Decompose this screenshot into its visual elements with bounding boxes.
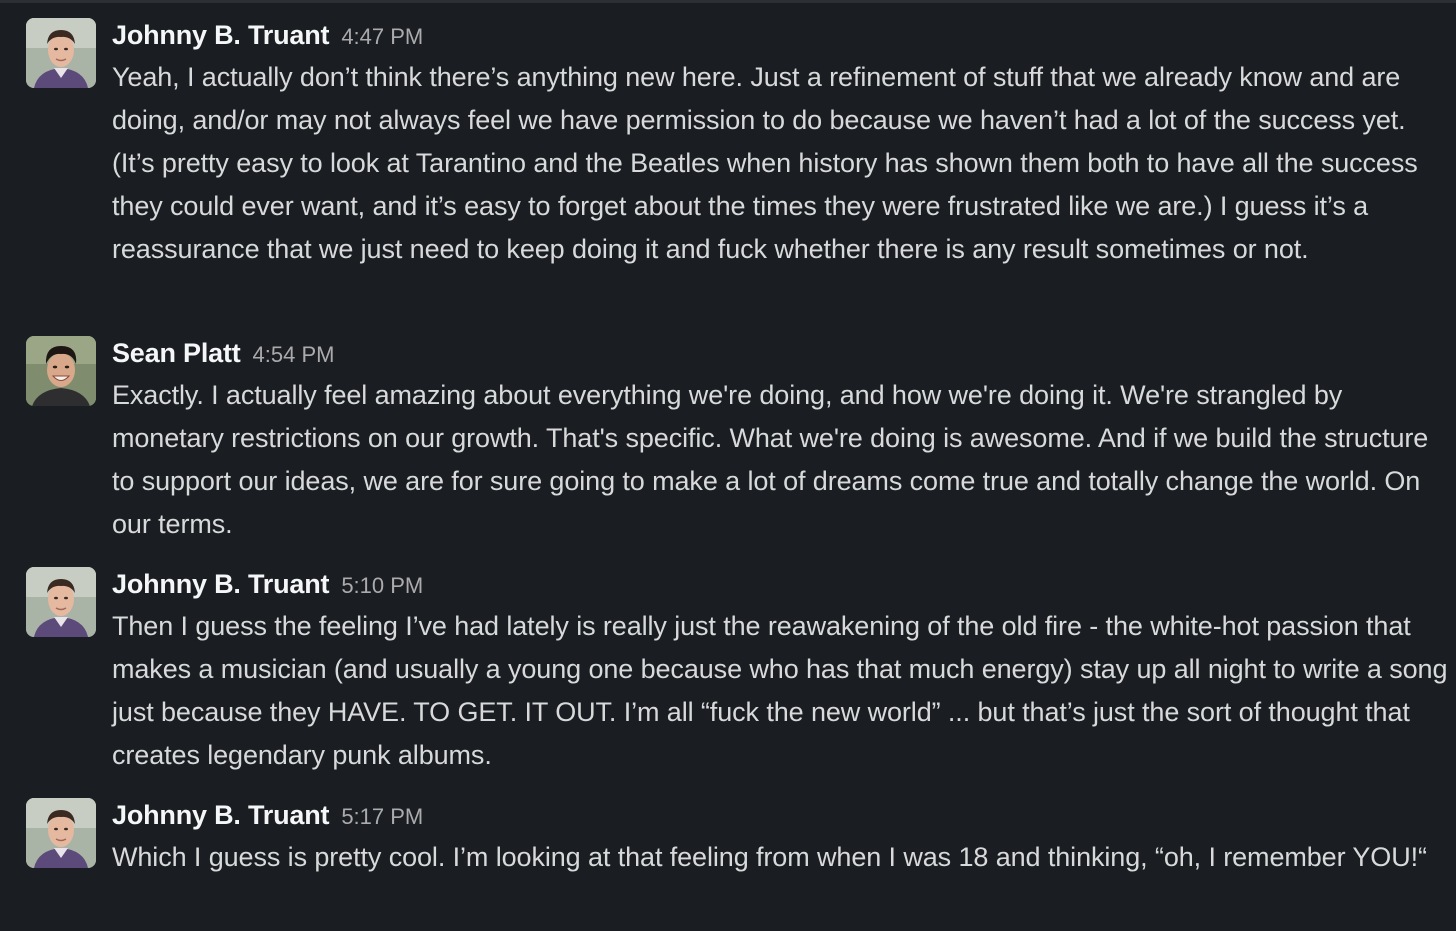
timestamp[interactable]: 4:47 PM — [341, 24, 423, 49]
author-name[interactable]: Johnny B. Truant — [112, 569, 330, 599]
timestamp[interactable]: 4:54 PM — [253, 342, 335, 367]
timestamp[interactable]: 5:10 PM — [341, 573, 423, 598]
johnny-avatar[interactable] — [26, 18, 96, 88]
message-text: Exactly. I actually feel amazing about e… — [112, 380, 1429, 539]
johnny-avatar[interactable] — [26, 798, 96, 868]
johnny-avatar[interactable] — [26, 567, 96, 637]
message-text: Yeah, I actually don’t think there’s any… — [112, 62, 1418, 264]
author-name[interactable]: Johnny B. Truant — [112, 20, 330, 50]
timestamp[interactable]: 5:17 PM — [341, 804, 423, 829]
author-name[interactable]: Sean Platt — [112, 338, 241, 368]
message-text: Then I guess the feeling I’ve had lately… — [112, 611, 1448, 770]
message-text: Which I guess is pretty cool. I’m lookin… — [112, 842, 1427, 872]
top-divider — [0, 0, 1456, 3]
author-name[interactable]: Johnny B. Truant — [112, 800, 330, 830]
sean-avatar[interactable] — [26, 336, 96, 406]
